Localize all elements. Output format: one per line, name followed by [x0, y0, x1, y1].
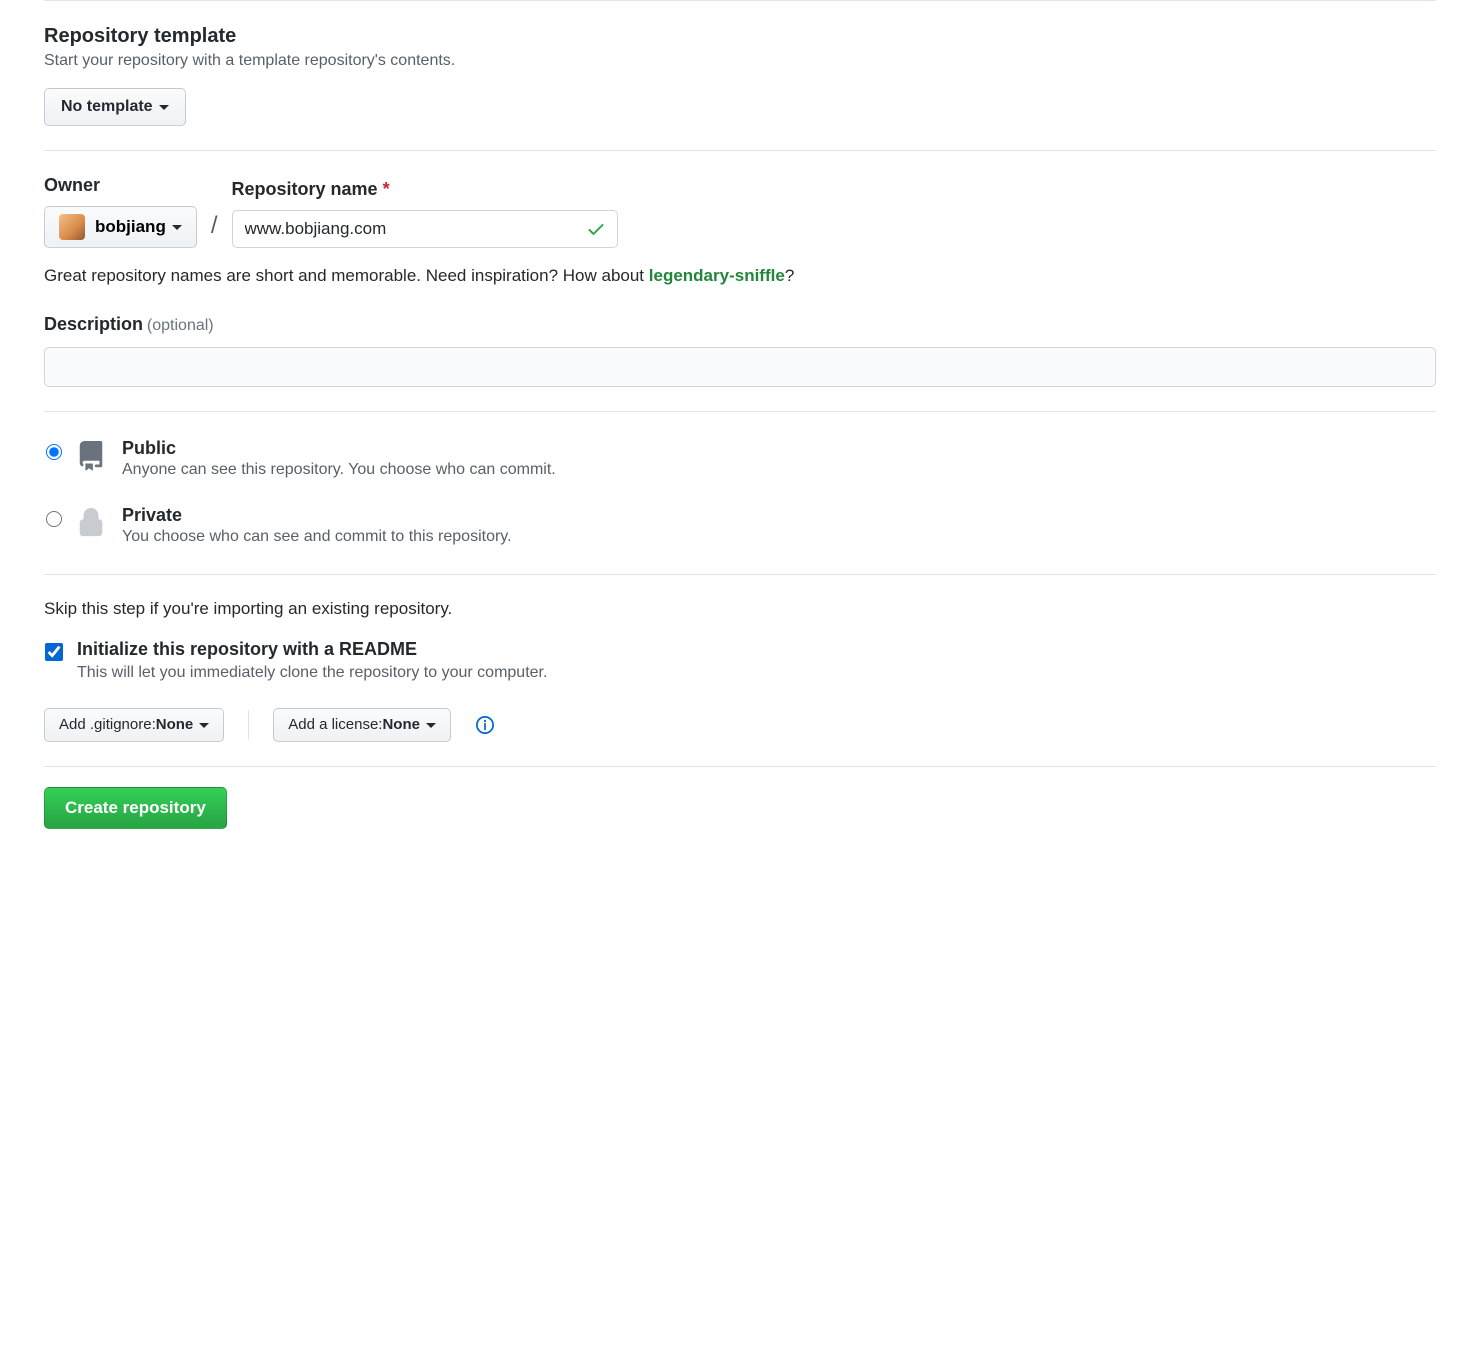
caret-down-icon [159, 105, 169, 110]
readme-checkbox[interactable] [45, 643, 63, 661]
required-mark: * [383, 179, 390, 199]
readme-title: Initialize this repository with a README [77, 639, 547, 660]
description-label: Description [44, 314, 143, 334]
name-hint-suffix: ? [785, 266, 794, 285]
visibility-private-radio[interactable] [46, 511, 62, 527]
lock-icon [76, 505, 108, 541]
template-select-button[interactable]: No template [44, 88, 186, 126]
repo-icon [76, 438, 108, 474]
owner-label: Owner [44, 175, 197, 196]
readme-desc: This will let you immediately clone the … [77, 664, 547, 682]
info-icon[interactable] [475, 715, 495, 735]
visibility-private-title: Private [122, 505, 512, 526]
owner-username: bobjiang [95, 217, 166, 237]
gitignore-select-button[interactable]: Add .gitignore: None [44, 708, 224, 742]
visibility-public-radio[interactable] [46, 444, 62, 460]
name-suggestion-link[interactable]: legendary-sniffle [649, 266, 785, 285]
gitignore-prefix: Add .gitignore: [59, 715, 156, 735]
template-heading: Repository template [44, 25, 1436, 48]
description-optional: (optional) [147, 317, 214, 334]
template-subtext: Start your repository with a template re… [44, 52, 1436, 70]
caret-down-icon [172, 225, 182, 230]
visibility-private-desc: You choose who can see and commit to thi… [122, 528, 512, 546]
vertical-separator [248, 710, 249, 740]
repo-name-input[interactable] [232, 210, 618, 248]
caret-down-icon [199, 723, 209, 728]
caret-down-icon [426, 723, 436, 728]
visibility-public-row[interactable]: Public Anyone can see this repository. Y… [44, 430, 1436, 497]
owner-repo-separator: / [207, 212, 222, 248]
create-repository-button[interactable]: Create repository [44, 787, 227, 829]
license-value: None [382, 715, 420, 735]
license-prefix: Add a license: [288, 715, 382, 735]
repo-name-label: Repository name [232, 179, 378, 199]
check-icon [586, 219, 606, 239]
description-input[interactable] [44, 347, 1436, 387]
avatar [59, 214, 85, 240]
name-hint-prefix: Great repository names are short and mem… [44, 266, 649, 285]
visibility-private-row[interactable]: Private You choose who can see and commi… [44, 497, 1436, 564]
owner-select-button[interactable]: bobjiang [44, 206, 197, 248]
readme-row[interactable]: Initialize this repository with a README… [44, 639, 1436, 682]
visibility-public-title: Public [122, 438, 556, 459]
visibility-public-desc: Anyone can see this repository. You choo… [122, 461, 556, 479]
gitignore-value: None [156, 715, 194, 735]
license-select-button[interactable]: Add a license: None [273, 708, 451, 742]
template-select-label: No template [61, 97, 153, 117]
init-skip-text: Skip this step if you're importing an ex… [44, 599, 1436, 619]
